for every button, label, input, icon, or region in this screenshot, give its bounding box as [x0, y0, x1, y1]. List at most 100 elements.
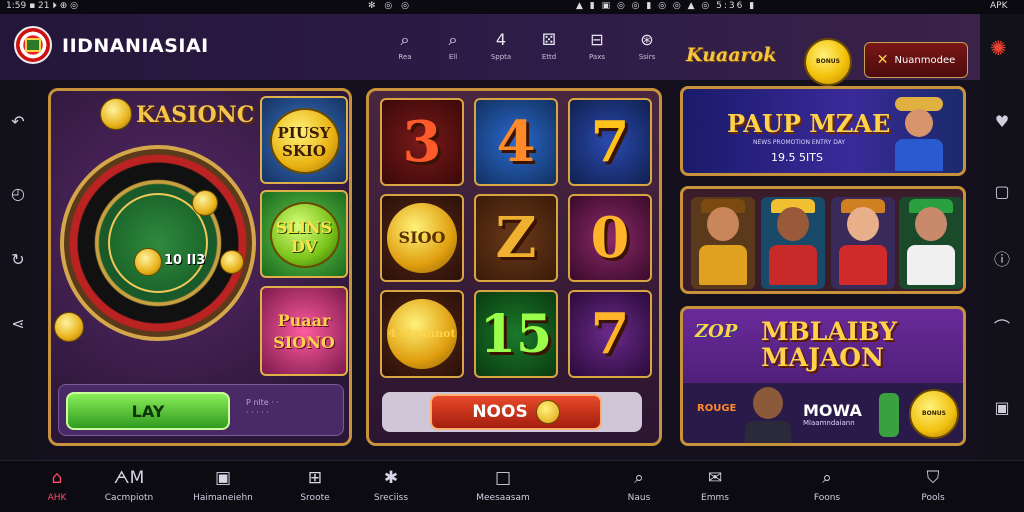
game-tile-label: PIUSY SKIO	[277, 124, 331, 160]
promo-banner-top[interactable]: PAUP MZAE NEWS PROMOTION ENTRY DAY 19.5 …	[680, 86, 966, 176]
coin-decoration	[134, 248, 162, 276]
header-nav-label: Sppta	[490, 53, 512, 61]
coin-decoration	[192, 190, 218, 216]
reel-cell[interactable]: 0	[568, 194, 652, 282]
settings-gear-icon[interactable]: ✺	[990, 36, 1007, 60]
heart-icon[interactable]: ♥	[992, 112, 1012, 132]
bottom-nav-item[interactable]: ✱ Sreciiss	[346, 467, 436, 503]
character-3[interactable]	[831, 197, 895, 289]
game-tile-green[interactable]: SLINS DV	[260, 190, 348, 278]
character-2[interactable]	[761, 197, 825, 289]
reel-symbol: Z	[495, 205, 537, 271]
gear-icon: ✱	[383, 468, 399, 488]
play-button[interactable]: LAY	[66, 392, 230, 430]
target-icon: ⊛	[640, 30, 654, 49]
bottom-nav-item[interactable]: ▣ Haimaneiehn	[178, 467, 268, 503]
bag-icon[interactable]: ▣	[992, 398, 1012, 418]
spin-button[interactable]: NOOS	[430, 394, 602, 430]
card-icon: ▣	[214, 468, 232, 488]
bonus-coin-button[interactable]: BONUS	[804, 38, 852, 86]
bottom-nav-item[interactable]: ᗅM Cacmpiotn	[84, 467, 174, 503]
reel-cell[interactable]: 7	[568, 98, 652, 186]
banner-title-line2: MAJAON	[761, 343, 884, 372]
reel-cell[interactable]: 4	[474, 98, 558, 186]
bottom-nav-label: Pools	[921, 493, 945, 503]
bonus-coin[interactable]: BONUS	[909, 389, 959, 439]
reel-cell[interactable]: 3	[380, 98, 464, 186]
game-tile-slots[interactable]: PIUSY SKIO	[260, 96, 348, 184]
banner-subtitle: NEWS PROMOTION ENTRY DAY	[753, 139, 846, 146]
chat-icon[interactable]: ▢	[992, 182, 1012, 202]
status-bar: 1:59 ▪ 21 ⏵ ⊕ ◎ ✻ ◎ ◎ ▲ ▮ ▣ ◎ ◎ ▮ ◎ ◎ ▲ …	[0, 0, 1024, 14]
game-tile-pink[interactable]: Puaar SIONO	[260, 286, 348, 376]
user-icon[interactable]: ⌒	[992, 318, 1012, 338]
kasino-title: KASIONC	[136, 102, 255, 128]
ticket-icon: ⊟	[590, 30, 604, 49]
reel-cell[interactable]: Z	[474, 194, 558, 282]
back-icon[interactable]: ↶	[8, 112, 28, 132]
brand-logo[interactable]: Kuaarok	[686, 44, 776, 66]
banner-meta: 19.5 5ITS	[771, 151, 823, 164]
character-4[interactable]	[899, 197, 963, 289]
bottom-nav-item[interactable]: ✉ Emms	[670, 467, 760, 503]
header-nav-item[interactable]: ⊛ Ssirs	[630, 30, 664, 61]
rouge-label: ROUGE	[697, 403, 737, 414]
bottom-nav-label: Foons	[813, 493, 841, 503]
right-rail: ♥ ▢ ⓘ ⌒ ▣	[980, 14, 1024, 460]
reel-symbol: 7	[590, 109, 630, 175]
app-header: IIDNANIASIAI ⌕ Rea ⌕ Ell 4 Sppta ⚄ Ettd ⊟ Paxs ⊛ Ss…	[0, 14, 980, 86]
characters-banner[interactable]	[680, 186, 966, 294]
header-nav-item[interactable]: ⌕ Rea	[388, 30, 422, 61]
header-nav-label: Ell	[448, 53, 458, 61]
left-rail: ↶ ◴ ↻ ⋖	[0, 14, 36, 460]
bottom-nav-item[interactable]: □ Meesaasam	[458, 467, 548, 503]
dice-icon: ⚄	[542, 30, 556, 49]
bottle-icon	[879, 393, 899, 437]
header-nav-label: Ssirs	[638, 53, 656, 61]
app-logo[interactable]	[14, 26, 52, 64]
reel-cell[interactable]: 15	[474, 290, 558, 378]
search-icon: ⌕	[400, 30, 410, 49]
zop-label: ZOP	[695, 321, 738, 342]
roulette-number: 10 II3	[164, 253, 206, 268]
status-left: 1:59 ▪ 21 ⏵ ⊕ ◎	[6, 1, 78, 11]
header-nav-item[interactable]: ⊟ Paxs	[580, 30, 614, 61]
coin-decoration	[220, 250, 244, 274]
promo-banner-bottom[interactable]: ZOP MBLAIBY MAJAON ROUGE MOWA Mlaamndaia…	[680, 306, 966, 446]
reel-symbol: 3	[402, 109, 442, 175]
header-nav-label: Paxs	[589, 53, 605, 61]
reel-symbol: 0	[590, 205, 630, 271]
close-promo-button[interactable]: ✕ Nuanmodee	[864, 42, 968, 78]
character-1[interactable]	[691, 197, 755, 289]
close-promo-label: Nuanmodee	[894, 54, 956, 66]
header-nav-item[interactable]: 4 Sppta	[484, 30, 518, 61]
app-title: IIDNANIASIAI	[62, 35, 209, 57]
game-tile-label: SLINS DV	[275, 218, 333, 256]
info-icon[interactable]: ⓘ	[992, 250, 1012, 270]
reel-symbol: 15	[479, 303, 553, 365]
spin-button-label: NOOS	[472, 402, 528, 422]
reel-cell[interactable]: 7	[568, 290, 652, 378]
man-character	[745, 387, 791, 443]
reel-cell[interactable]: SIOO	[380, 194, 464, 282]
bottom-nav-item[interactable]: ⛉ Pools	[888, 467, 978, 503]
status-right: ▲ ▮ ▣ ◎ ◎ ▮ ◎ ◎ ▲ ◎ 5:36 ▮	[576, 1, 757, 11]
refresh-icon[interactable]: ↻	[8, 250, 28, 270]
game-tile-label: Puaar SIONO	[273, 311, 335, 352]
reel-symbol: 4 Maunnot	[387, 299, 457, 369]
header-nav-label: Rea	[398, 53, 412, 61]
banner-title-line1: MBLAIBY	[761, 317, 898, 346]
status-mid: ✻ ◎ ◎	[368, 1, 412, 11]
reel-cell[interactable]: 4 Maunnot	[380, 290, 464, 378]
reel-symbol: 7	[590, 301, 630, 367]
header-nav-item[interactable]: ⚄ Ettd	[532, 30, 566, 61]
logo-icon: ᗅM	[113, 468, 145, 488]
history-icon[interactable]: ◴	[8, 184, 28, 204]
mowa-subtitle: Mlaamndaiann	[803, 419, 855, 427]
coin-decoration	[54, 312, 84, 342]
bottom-nav-item[interactable]: ⌕ Foons	[782, 467, 872, 503]
bottom-nav-label: Emms	[701, 493, 729, 503]
coin-icon	[535, 400, 560, 424]
share-icon[interactable]: ⋖	[8, 314, 28, 334]
header-nav-item[interactable]: ⌕ Ell	[436, 30, 470, 61]
